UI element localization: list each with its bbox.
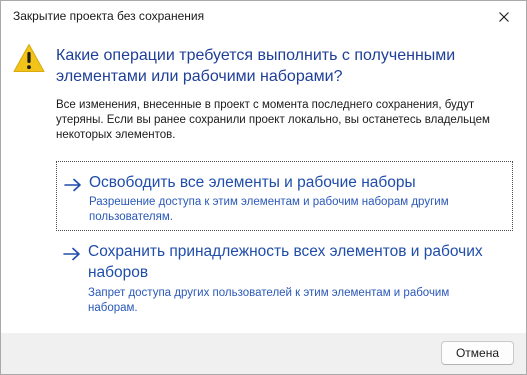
button-footer: Отмена: [1, 333, 526, 374]
window-title: Закрытие проекта без сохранения: [13, 9, 205, 23]
warning-icon: [13, 44, 45, 72]
command-note: Разрешение доступа к этим элементам и ра…: [89, 196, 449, 223]
arrow-right-icon: [64, 178, 81, 192]
main-instruction: Какие операции требуется выполнить с пол…: [56, 47, 456, 85]
content-text: Все изменения, внесенные в проект с моме…: [56, 99, 490, 141]
cancel-button[interactable]: Отмена: [441, 341, 514, 365]
close-icon: [499, 12, 509, 22]
command-title: Освободить все элементы и рабочие наборы: [89, 174, 416, 191]
command-title: Сохранить принадлежность всех элементов …: [88, 243, 483, 281]
title-bar[interactable]: Закрытие проекта без сохранения: [1, 1, 526, 33]
close-button[interactable]: [482, 1, 526, 33]
command-link-release[interactable]: Освободить все элементы и рабочие наборы…: [56, 161, 513, 231]
arrow-right-icon: [63, 247, 80, 261]
dialog-window: Закрытие проекта без сохранения Какие оп…: [0, 0, 527, 375]
command-note: Запрет доступа других пользователей к эт…: [88, 287, 450, 314]
command-link-keep[interactable]: Сохранить принадлежность всех элементов …: [56, 239, 513, 321]
